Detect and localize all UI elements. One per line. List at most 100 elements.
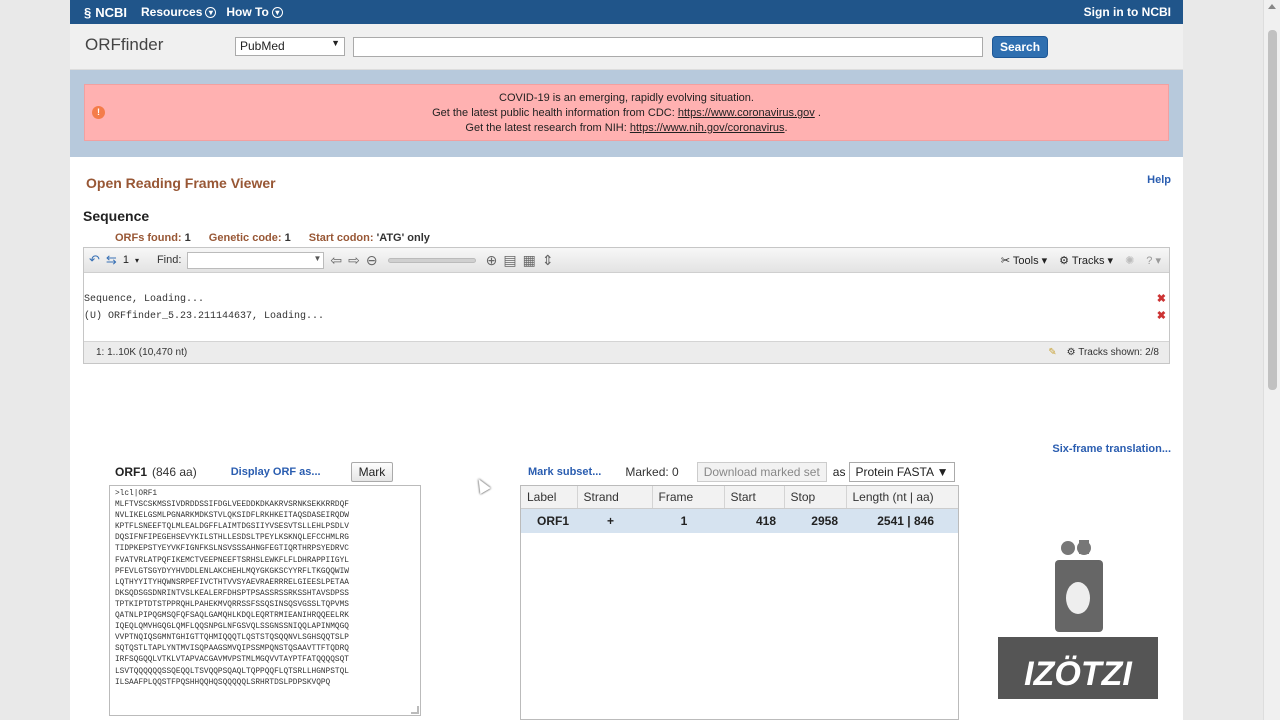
app-title[interactable]: ORFfinder (85, 35, 235, 55)
nih-link[interactable]: https://www.nih.gov/coronavirus (630, 122, 785, 134)
chevron-down-icon: ▾ (271, 6, 283, 18)
tools-icon: ✂ (1000, 254, 1011, 267)
undo-icon[interactable]: ↶ (89, 252, 100, 268)
watermark-text: IZÖTZI (1024, 655, 1133, 693)
cell-length: 2541 | 846 (846, 508, 958, 533)
track-row: Sequence, Loading... ✖ (84, 291, 1169, 308)
tools-menu[interactable]: ✂ Tools ▾ (1001, 254, 1047, 267)
table-row[interactable]: ORF1 + 1 418 2958 2541 | 846 (521, 508, 958, 533)
gear-icon: ⚙ (1066, 347, 1076, 358)
chevron-down-icon: ▾ (205, 6, 217, 18)
status-right: ✎ ⚙ Tracks shown: 2/8 (1048, 347, 1169, 358)
close-icon[interactable]: ✖ (1157, 291, 1166, 308)
search-input[interactable] (353, 36, 983, 57)
pencil-icon[interactable]: ✎ (1048, 347, 1056, 358)
cell-stop: 2958 (784, 508, 846, 533)
how-to-menu[interactable]: How To ▾ (226, 5, 283, 19)
viewer-status-bar: 1: 1..10K (10,470 nt) ✎ ⚙ Tracks shown: … (84, 341, 1169, 363)
close-icon[interactable]: ✖ (1157, 308, 1166, 325)
prev-arrow-icon[interactable]: ⇦ (330, 252, 342, 269)
cell-frame: 1 (652, 508, 724, 533)
viewer-toolbar: ↶ ⇆ 1 ▾ Find: ▼ ⇦ ⇨ ⊖ ⊕ ▤ ▦ ⇕ ✂ Tools ▾ … (84, 248, 1169, 273)
alert-icon: ! (92, 106, 105, 119)
find-label: Find: (156, 254, 182, 266)
orf-name: ORF1 (115, 465, 148, 479)
orf-header: ORF1 (846 aa) Display ORF as... Mark (115, 462, 394, 482)
ncbi-header: § NCBI Resources ▾ How To ▾ Sign in to N… (70, 0, 1183, 24)
page: § NCBI Resources ▾ How To ▾ Sign in to N… (70, 0, 1183, 720)
search-bar: ORFfinder PubMed ▼ Search (70, 24, 1183, 70)
range-readout: 1: 1..10K (10,470 nt) (96, 347, 188, 358)
watermark-logo: IZÖTZI (998, 540, 1158, 699)
resize-handle[interactable] (411, 706, 419, 714)
color-tracks-icon[interactable]: ▦ (523, 252, 536, 269)
six-frame-link[interactable]: Six-frame translation... (1052, 443, 1171, 455)
covid-line-3: Get the latest research from NIH: https:… (465, 122, 788, 134)
ncbi-logo[interactable]: § NCBI (84, 5, 127, 20)
sign-in-link[interactable]: Sign in to NCBI (1084, 5, 1171, 19)
scroll-up-icon[interactable] (1268, 4, 1276, 9)
tracks-menu[interactable]: ⚙ Tracks ▾ (1059, 254, 1113, 267)
tracks-shown[interactable]: ⚙ Tracks shown: 2/8 (1067, 347, 1159, 358)
mark-subset-link[interactable]: Mark subset... (528, 466, 601, 478)
frames-icon[interactable]: ⇆ (106, 252, 117, 268)
alert-banner-wrapper: ! COVID-19 is an emerging, rapidly evolv… (70, 70, 1183, 157)
toolbar-right: ✂ Tools ▾ ⚙ Tracks ▾ ✺ ? ▾ (1001, 254, 1169, 267)
ncbi-helix-icon: § (84, 4, 92, 20)
as-label: as (832, 465, 846, 479)
stat-genetic-code: Genetic code: 1 (208, 232, 291, 244)
col-frame[interactable]: Frame (652, 486, 725, 509)
orf-length: (846 aa) (152, 465, 197, 479)
marked-count: Marked: 0 (625, 465, 679, 479)
database-select[interactable]: PubMed ▼ (235, 37, 345, 56)
covid-line-1: COVID-19 is an emerging, rapidly evolvin… (499, 92, 754, 104)
next-arrow-icon[interactable]: ⇨ (348, 252, 360, 269)
col-label[interactable]: Label (521, 486, 578, 509)
help-icon[interactable]: ? ▾ (1146, 254, 1161, 267)
page-title: Open Reading Frame Viewer (86, 175, 276, 191)
format-select[interactable]: Protein FASTA ▼ (849, 462, 955, 482)
covid-banner: ! COVID-19 is an emerging, rapidly evolv… (84, 84, 1169, 141)
stat-orfs-found: ORFs found: 1 (115, 232, 191, 244)
covid-line-2: Get the latest public health information… (432, 107, 821, 119)
col-start[interactable]: Start (724, 486, 785, 509)
download-marked-button[interactable]: Download marked set (696, 462, 827, 482)
caret-down-icon: ▾ (134, 255, 139, 265)
sequence-viewer: ↶ ⇆ 1 ▾ Find: ▼ ⇦ ⇨ ⊖ ⊕ ▤ ▦ ⇕ ✂ Tools ▾ … (83, 247, 1170, 364)
cdc-link[interactable]: https://www.coronavirus.gov (678, 107, 815, 119)
stat-start-codon: Start codon: 'ATG' only (308, 232, 430, 244)
col-length[interactable]: Length (nt | aa) (846, 486, 958, 509)
mark-button[interactable]: Mark (350, 462, 394, 482)
dropdown-arrow-icon: ▼ (331, 38, 340, 48)
search-button[interactable]: Search (992, 35, 1049, 58)
zoom-out-icon[interactable]: ⊖ (366, 252, 378, 269)
zoom-slider[interactable] (387, 257, 476, 263)
zoom-in-icon[interactable]: ⊕ (486, 252, 498, 269)
display-orf-link[interactable]: Display ORF as... (231, 466, 321, 478)
cell-strand: + (577, 508, 652, 533)
track-row: (U) ORFfinder_5.23.211144637, Loading...… (84, 308, 1169, 325)
track-area: Sequence, Loading... ✖ (U) ORFfinder_5.23… (84, 273, 1169, 325)
help-link[interactable]: Help (1147, 174, 1171, 186)
find-input[interactable]: ▼ (187, 251, 325, 269)
orf-sequence-textarea[interactable]: >lcl|ORF1 MLFTVSCSKMSSIVDRDDSSIFDGLVEEDD… (109, 485, 421, 716)
frame-count[interactable]: 1 (123, 254, 129, 266)
col-strand[interactable]: Strand (577, 486, 653, 509)
mouse-cursor (473, 475, 491, 495)
col-stop[interactable]: Stop (784, 486, 847, 509)
fit-icon[interactable]: ⇕ (542, 252, 554, 269)
table-header-row: Label Strand Frame Start Stop Length (nt… (521, 486, 958, 509)
orf-table: Label Strand Frame Start Stop Length (nt… (520, 485, 959, 720)
page-scrollbar[interactable] (1263, 0, 1280, 720)
table-controls: Mark subset... Marked: 0 Download marked… (528, 462, 955, 482)
gear-icon: ⚙ (1059, 254, 1070, 267)
loading-spinner-icon: ✺ (1125, 254, 1135, 267)
sequence-view-icon[interactable]: ▤ (503, 252, 516, 269)
cell-label: ORF1 (521, 508, 577, 533)
scrollbar-thumb[interactable] (1268, 30, 1277, 390)
resources-menu[interactable]: Resources ▾ (141, 5, 217, 19)
sequence-heading: Sequence (83, 208, 150, 224)
cell-start: 418 (724, 508, 784, 533)
dropdown-arrow-icon: ▼ (313, 253, 322, 263)
orf-stats: ORFs found: 1 Genetic code: 1 Start codo… (115, 232, 430, 244)
